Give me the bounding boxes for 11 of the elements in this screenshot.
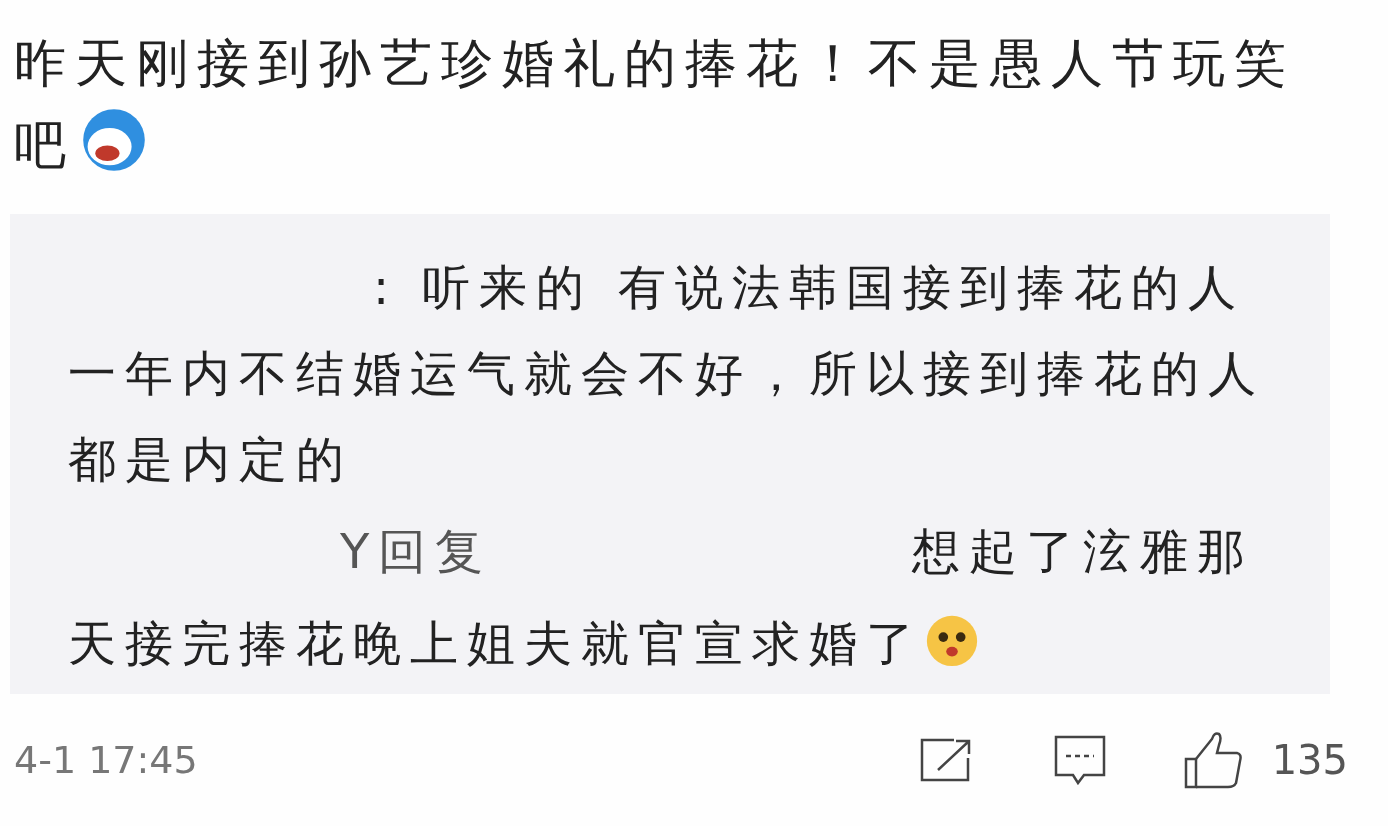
reply-label: Y回复: [340, 523, 493, 579]
comment-text: : 听来的 有说法韩国接到捧花的人一年内不结婚运气就会不好，所以接到捧花的人都是内定的: [68, 259, 1265, 487]
like-count: 135: [1271, 736, 1348, 785]
emoji-icon: [81, 107, 147, 173]
post-time: 4-1 17:45: [14, 736, 198, 784]
reply-text: 想起了泫雅那: [912, 523, 1255, 579]
post-text: 昨天刚接到孙艺珍婚礼的捧花！不是愚人节玩笑吧: [14, 32, 1296, 177]
comment-icon[interactable]: [1053, 735, 1106, 785]
share-icon[interactable]: [919, 738, 972, 782]
reply-text: 天接完捧花晚上姐夫就官宣求婚了: [68, 615, 923, 671]
thumbs-up-icon[interactable]: [1183, 731, 1244, 789]
